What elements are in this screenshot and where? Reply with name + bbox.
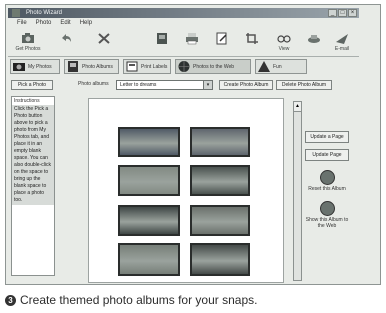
tab-fun[interactable]: Fun — [255, 59, 307, 74]
menu-photo[interactable]: Photo — [36, 19, 52, 28]
tab-my-photos[interactable]: My Photos — [10, 59, 60, 74]
photo-slot[interactable] — [118, 205, 180, 236]
undo-icon — [62, 34, 71, 42]
maximize-button[interactable]: □ — [338, 9, 347, 17]
title-bar: Photo Wizard _ □ × — [8, 8, 359, 18]
vertical-scrollbar[interactable]: ▲ — [293, 101, 302, 281]
crop-icon — [246, 33, 258, 44]
instructions-panel: Instructions Click the Pick a Photo butt… — [11, 96, 55, 276]
crop-button[interactable] — [238, 32, 266, 56]
show-album-web-tool[interactable]: Show this Album to the Web — [305, 201, 349, 229]
close-button[interactable]: × — [348, 9, 357, 17]
label-icon — [126, 61, 138, 72]
step-number: 3 — [5, 295, 16, 307]
tab-print-labels[interactable]: Print Labels — [123, 59, 171, 74]
instructions-text: Click the Pick a Photo button above to p… — [12, 105, 54, 205]
print-button[interactable] — [178, 32, 206, 56]
photo-slot[interactable] — [190, 165, 250, 196]
tab-photos-to-web[interactable]: Photos to the Web — [175, 59, 251, 74]
reset-icon — [319, 170, 335, 185]
menu-file[interactable]: File — [17, 19, 27, 28]
toolbar: Get Photos View E-mail — [8, 29, 359, 57]
album-button[interactable] — [148, 32, 176, 56]
edit-button[interactable] — [208, 32, 236, 56]
album-icon — [157, 33, 167, 44]
create-album-button[interactable]: Create Photo Album — [219, 80, 273, 90]
window-controls: _ □ × — [328, 9, 357, 17]
instructions-heading: Instructions — [14, 98, 40, 104]
send-icon — [336, 34, 348, 44]
window-title: Photo Wizard — [26, 10, 63, 16]
tab-bar: My Photos Photo Albums Print Labels Phot… — [8, 58, 373, 76]
chevron-down-icon: ▾ — [203, 81, 212, 89]
reset-album-tool[interactable]: Reset this Album — [305, 170, 349, 192]
email-button[interactable] — [300, 32, 328, 56]
view-button[interactable]: View — [270, 32, 298, 56]
caption: 3 Create themed photo albums for your sna… — [5, 291, 381, 309]
view-icon — [277, 35, 291, 43]
menu-help[interactable]: Help — [80, 19, 92, 28]
email-icon — [308, 35, 320, 43]
menu-edit[interactable]: Edit — [60, 19, 70, 28]
delete-button[interactable] — [90, 32, 118, 56]
web-icon — [319, 201, 335, 216]
photo-slot[interactable] — [118, 165, 180, 196]
send-button[interactable]: E-mail — [328, 32, 356, 56]
menu-bar: File Photo Edit Help — [8, 19, 92, 28]
update-page-button-2[interactable]: Update Page — [305, 149, 349, 161]
album-action-row: Pick a Photo Photo albums Letter to drea… — [8, 79, 368, 91]
edit-icon — [216, 32, 227, 45]
photo-slot[interactable] — [190, 243, 250, 276]
get-photos-button[interactable]: Get Photos — [14, 32, 42, 56]
caption-text: Create themed photo albums for your snap… — [20, 293, 258, 307]
tab-photo-albums[interactable]: Photo Albums — [64, 59, 119, 74]
photo-slot[interactable] — [118, 127, 180, 157]
delete-album-button[interactable]: Delete Photo Album — [276, 80, 332, 90]
album-select[interactable]: Letter to dreams ▾ — [116, 80, 213, 90]
album-icon — [68, 61, 78, 73]
undo-button[interactable] — [52, 32, 80, 56]
delete-icon — [98, 33, 110, 44]
update-page-button[interactable]: Update a Page — [305, 131, 349, 143]
fun-icon — [258, 61, 270, 73]
camera-icon — [22, 33, 34, 43]
minimize-button[interactable]: _ — [328, 9, 337, 17]
scroll-up-icon[interactable]: ▲ — [294, 102, 301, 112]
photo-slot[interactable] — [190, 127, 250, 157]
globe-icon — [178, 61, 190, 73]
print-icon — [186, 33, 198, 45]
pick-photo-button[interactable]: Pick a Photo — [11, 80, 53, 90]
camera-icon — [13, 63, 25, 72]
photo-slot[interactable] — [118, 243, 180, 276]
album-page — [88, 98, 284, 283]
photo-slot[interactable] — [190, 205, 250, 236]
app-icon — [12, 9, 20, 17]
album-label: Photo albums — [78, 81, 109, 87]
